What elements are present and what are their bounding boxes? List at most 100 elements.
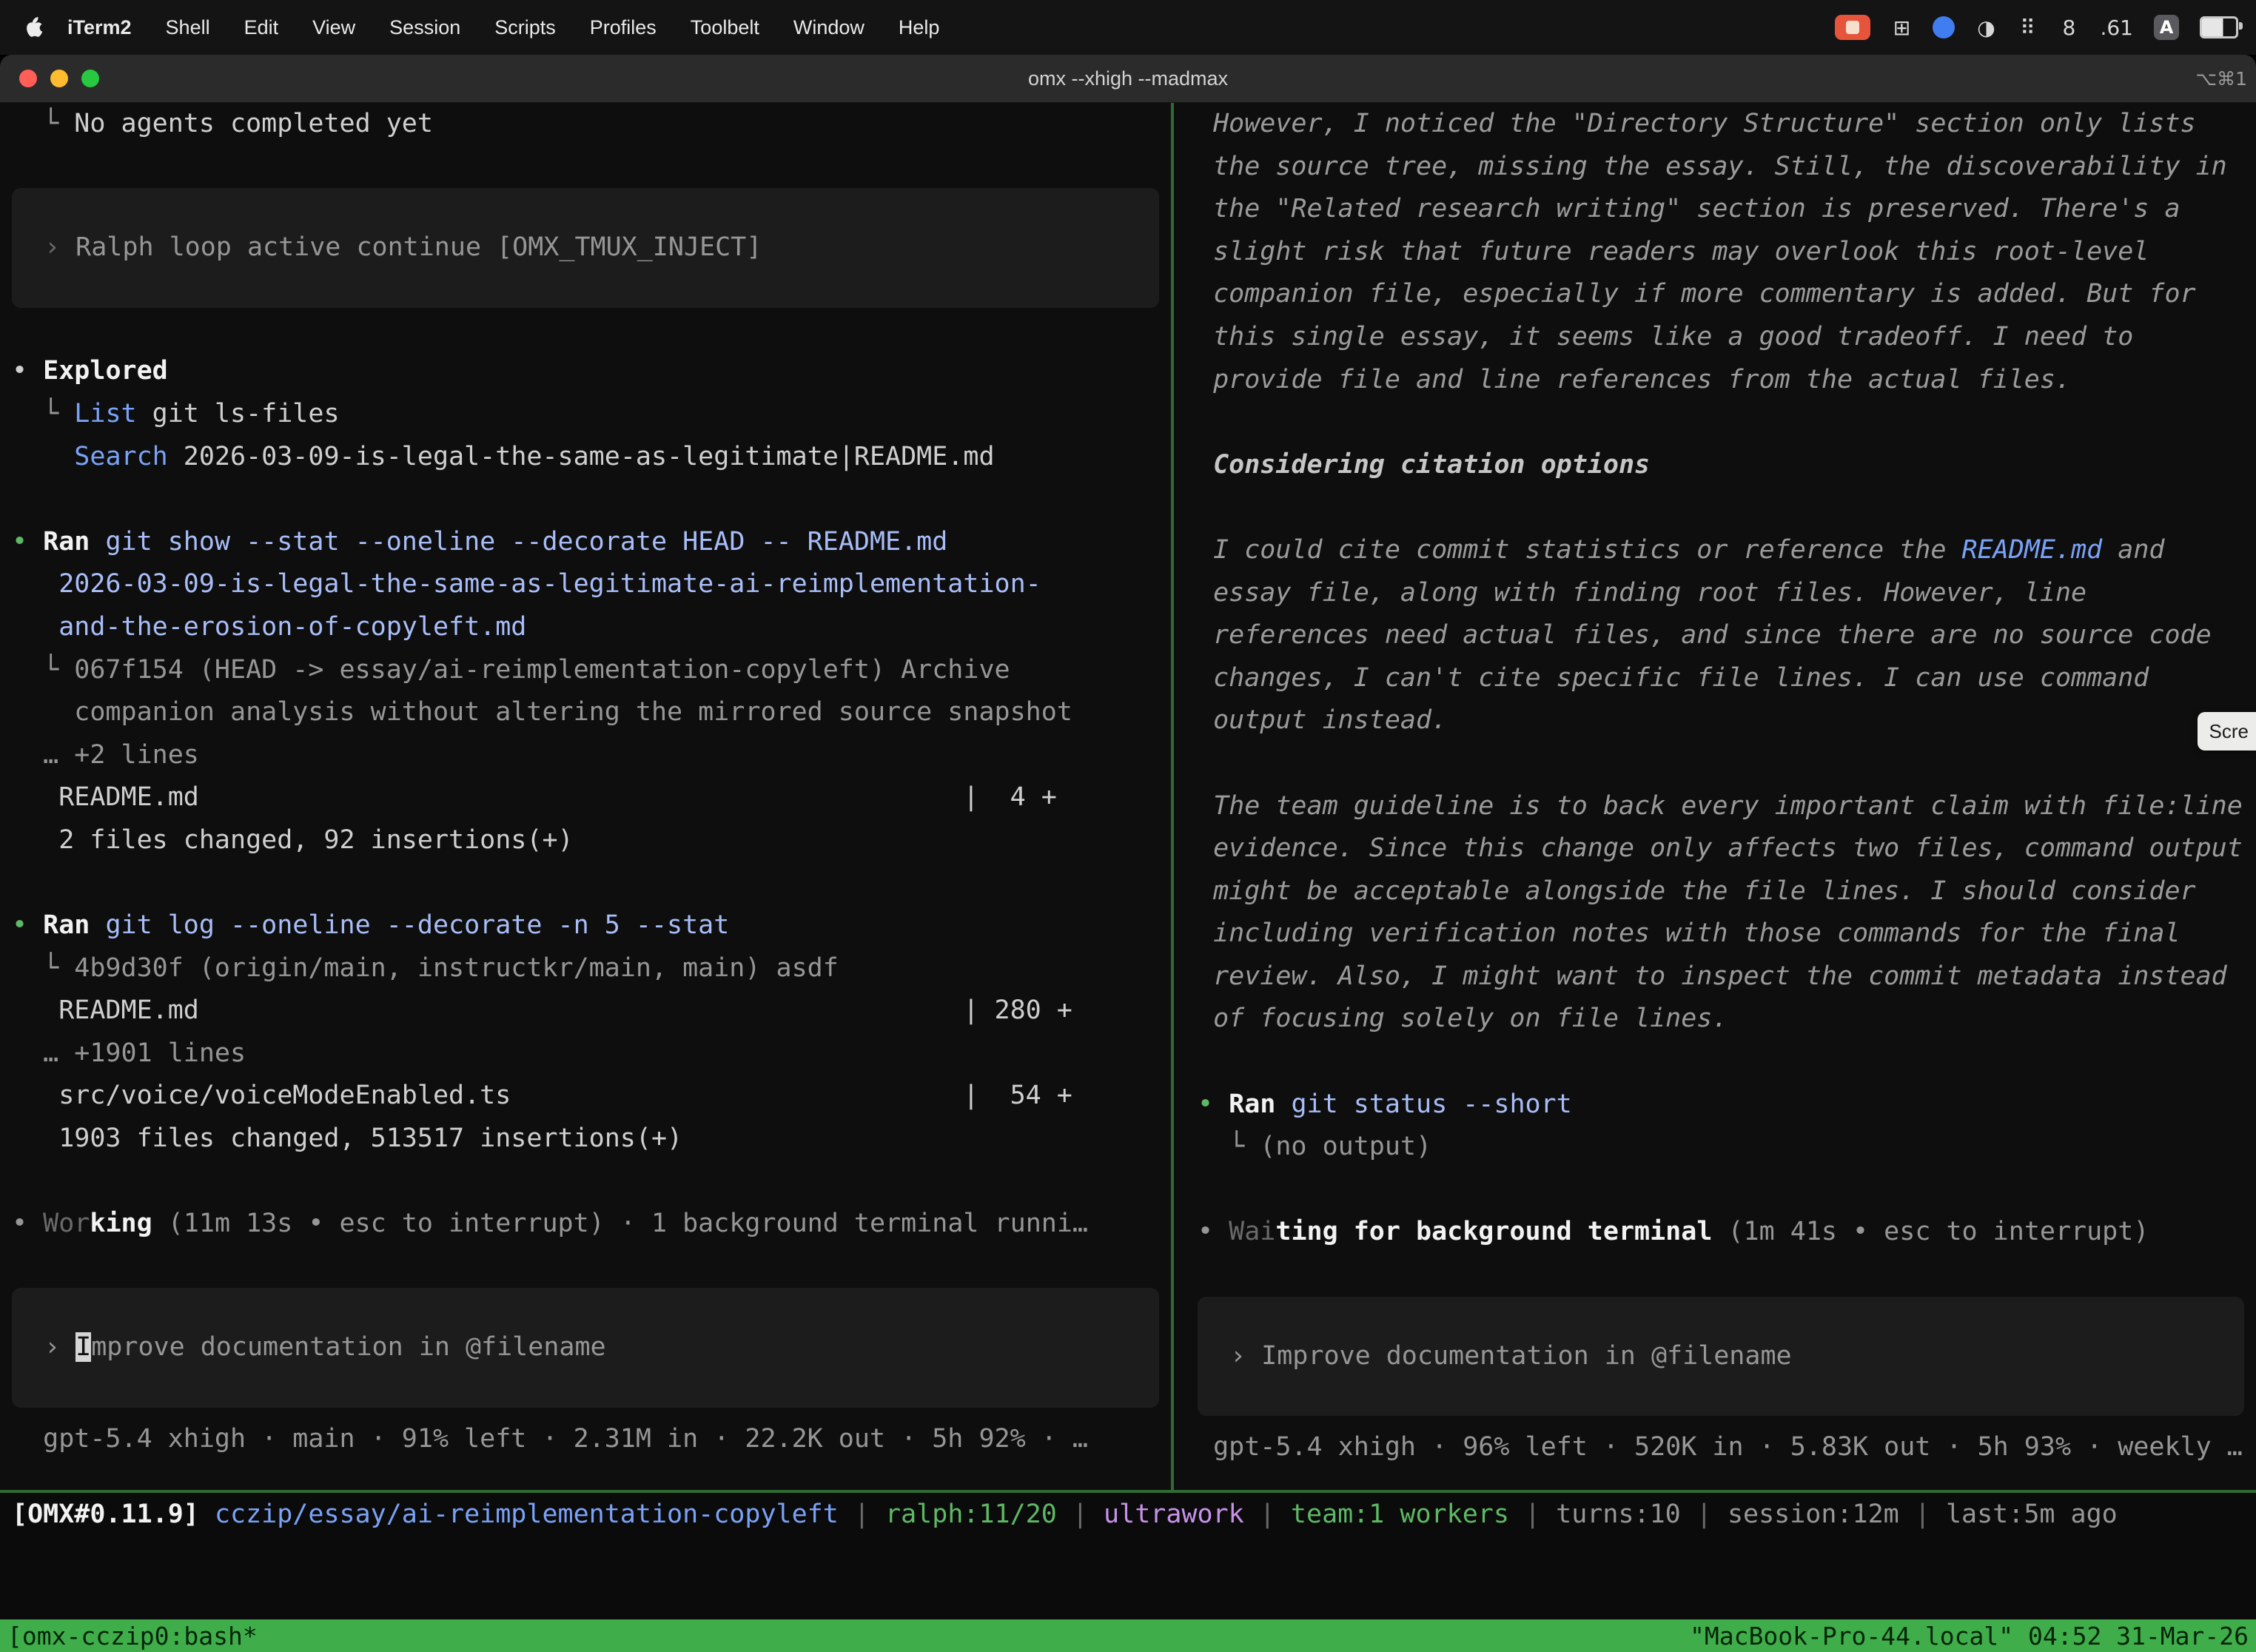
blue-app-icon[interactable] — [1933, 16, 1955, 38]
window-title-bar[interactable]: omx --xhigh --madmax ⌥⌘1 — [0, 55, 2256, 103]
terminal-line: However, I noticed the "Directory Struct… — [1198, 103, 2256, 146]
terminal-text-segment: | — [839, 1500, 885, 1529]
terminal-text-segment: slight risk that future readers may over… — [1198, 237, 2149, 266]
terminal-line: └ 067f154 (HEAD -> essay/ai-reimplementa… — [12, 649, 1171, 692]
terminal-text-segment: the "Related research writing" section i… — [1198, 194, 2181, 224]
terminal-text-segment: Ralph loop active continue [OMX_TMUX_INJ… — [75, 232, 762, 262]
terminal-text-segment: Explored — [43, 356, 168, 386]
terminal-text-segment: • — [1198, 1089, 1229, 1119]
terminal-text-segment: No agents completed yet — [74, 109, 433, 138]
dark-app-icon[interactable]: ◑ — [1975, 14, 1996, 41]
menu-item-edit[interactable]: Edit — [227, 16, 296, 39]
menu-item-scripts[interactable]: Scripts — [477, 16, 573, 39]
terminal-text-segment: • — [12, 356, 43, 386]
terminal-line — [12, 478, 1171, 521]
terminal-text-segment: changes, I can't cite specific file line… — [1198, 663, 2149, 693]
tmux-host-clock: "MacBook-Pro-44.local" 04:52 31-Mar-26 — [1690, 1622, 2249, 1651]
terminal-line: • Ran git log --oneline --decorate -n 5 … — [12, 904, 1171, 947]
fullscreen-button[interactable] — [81, 70, 99, 87]
window-manager-icon[interactable]: ⊞ — [1891, 14, 1912, 41]
terminal-text-segment: › — [1230, 1341, 1261, 1371]
terminal-empty-area — [0, 1536, 2256, 1619]
close-button[interactable] — [19, 70, 37, 87]
terminal-text-segment: … +1901 lines — [12, 1038, 246, 1068]
terminal-line: Search 2026-03-09-is-legal-the-same-as-l… — [12, 436, 1171, 479]
terminal-line: └ 4b9d30f (origin/main, instructkr/main,… — [12, 947, 1171, 990]
battery-percent-label[interactable]: .61 — [2100, 14, 2133, 41]
menu-item-window[interactable]: Window — [776, 16, 882, 39]
menu-item-profiles[interactable]: Profiles — [573, 16, 674, 39]
terminal-text-segment: king — [90, 1209, 152, 1238]
prompt-input-box[interactable]: › Improve documentation in @filename — [12, 1288, 1159, 1408]
terminal-text-segment: • — [1198, 1217, 1229, 1246]
terminal-text-segment: Wor — [43, 1209, 90, 1238]
omx-status-row: [OMX#0.11.9] cczip/essay/ai-reimplementa… — [0, 1493, 2256, 1536]
stats-widget-icon[interactable]: 8 — [2058, 14, 2079, 41]
terminal-line: provide file and line references from th… — [1198, 359, 2256, 402]
terminal-text-segment: | — [1681, 1500, 1728, 1529]
terminal-line: 2026-03-09-is-legal-the-same-as-legitima… — [12, 563, 1171, 606]
terminal-line — [1198, 1169, 2256, 1212]
terminal-panes: └ No agents completed yet › Ralph loop a… — [0, 103, 2256, 1490]
terminal-text-segment: companion analysis without altering the … — [12, 697, 1072, 727]
terminal-text-segment: Ran — [43, 910, 90, 940]
right-pane[interactable]: However, I noticed the "Directory Struct… — [1174, 103, 2256, 1490]
terminal-line: evidence. Since this change only affects… — [1198, 827, 2256, 870]
terminal-text-segment: • — [12, 1209, 43, 1238]
terminal-line: Considering citation options — [1198, 444, 2256, 487]
terminal-text-segment: [OMX#0.11.9] — [12, 1500, 215, 1529]
terminal-text-segment: output instead. — [1198, 705, 1447, 735]
terminal-text-segment: Improve documentation in @filename — [1261, 1341, 1791, 1371]
terminal-line: └ (no output) — [1198, 1126, 2256, 1169]
window-title: omx --xhigh --madmax — [1028, 67, 1228, 90]
terminal-line: … +2 lines — [12, 734, 1171, 777]
terminal-text-segment: • — [12, 527, 43, 557]
terminal-text-segment: I could cite commit statistics or refere… — [1198, 535, 1962, 565]
minimize-button[interactable] — [50, 70, 68, 87]
menu-item-shell[interactable]: Shell — [149, 16, 227, 39]
terminal-line — [1198, 742, 2256, 785]
terminal-text-segment: (11m 13s • esc to interrupt) · 1 backgro… — [152, 1209, 1088, 1238]
terminal-text-segment: the source tree, missing the essay. Stil… — [1198, 152, 2227, 181]
dots-grid-icon[interactable]: ⠿ — [2017, 14, 2038, 41]
terminal-line: review. Also, I might want to inspect th… — [1198, 956, 2256, 998]
menu-item-iterm2[interactable]: iTerm2 — [50, 16, 149, 39]
terminal-line: src/voice/voiceModeEnabled.ts | 54 + — [12, 1075, 1171, 1118]
terminal-line: I could cite commit statistics or refere… — [1198, 529, 2256, 572]
terminal-text-segment: git status --short — [1275, 1089, 1571, 1119]
screen-recording-indicator-icon[interactable] — [1835, 15, 1870, 40]
menu-item-session[interactable]: Session — [372, 16, 477, 39]
terminal-text-segment: last:5m ago — [1946, 1500, 2118, 1529]
terminal-text-segment: › — [44, 1332, 75, 1362]
tmux-status-bar: [omx-cczip0:bash* "MacBook-Pro-44.local"… — [0, 1619, 2256, 1652]
terminal-text-segment: README.md | 4 + — [12, 782, 1057, 812]
prompt-input-box[interactable]: › Improve documentation in @filename — [1198, 1297, 2244, 1417]
terminal-text-segment: essay file, along with finding root file… — [1198, 578, 2087, 608]
terminal-line: The team guideline is to back every impo… — [1198, 785, 2256, 828]
terminal-text-segment: session:12m — [1728, 1500, 1899, 1529]
terminal-text-segment: evidence. Since this change only affects… — [1198, 833, 2243, 863]
menu-item-view[interactable]: View — [295, 16, 372, 39]
terminal-text-segment: mprove documentation in @filename — [91, 1332, 605, 1362]
terminal-line: … +1901 lines — [12, 1032, 1171, 1075]
terminal-text-segment: ultrawork — [1104, 1500, 1244, 1529]
terminal-text-segment: List — [74, 399, 136, 429]
terminal-line: changes, I can't cite specific file line… — [1198, 657, 2256, 700]
terminal-line: • Explored — [12, 350, 1171, 393]
left-pane[interactable]: └ No agents completed yet › Ralph loop a… — [0, 103, 1171, 1490]
prompt-input-box[interactable]: › Ralph loop active continue [OMX_TMUX_I… — [12, 188, 1159, 308]
terminal-text-segment: ralph:11/20 — [885, 1500, 1057, 1529]
terminal-text-segment: companion file, especially if more comme… — [1198, 279, 2196, 309]
terminal-text-segment: gpt-5.4 xhigh · main · 91% left · 2.31M … — [12, 1424, 1088, 1454]
input-source-icon[interactable]: A — [2154, 15, 2179, 40]
terminal-text-segment: | — [1244, 1500, 1291, 1529]
session-status-line: gpt-5.4 xhigh · main · 91% left · 2.31M … — [12, 1418, 1171, 1461]
apple-logo-icon[interactable] — [22, 16, 43, 39]
terminal-line: references need actual files, and since … — [1198, 614, 2256, 657]
tmux-window-list[interactable]: [omx-cczip0:bash* — [7, 1622, 258, 1651]
menu-item-help[interactable]: Help — [882, 16, 957, 39]
menu-item-toolbelt[interactable]: Toolbelt — [674, 16, 776, 39]
battery-icon[interactable] — [2200, 16, 2238, 38]
menu-items: iTerm2ShellEditViewSessionScriptsProfile… — [50, 16, 956, 39]
screen-share-button[interactable]: Scre — [2198, 712, 2256, 751]
